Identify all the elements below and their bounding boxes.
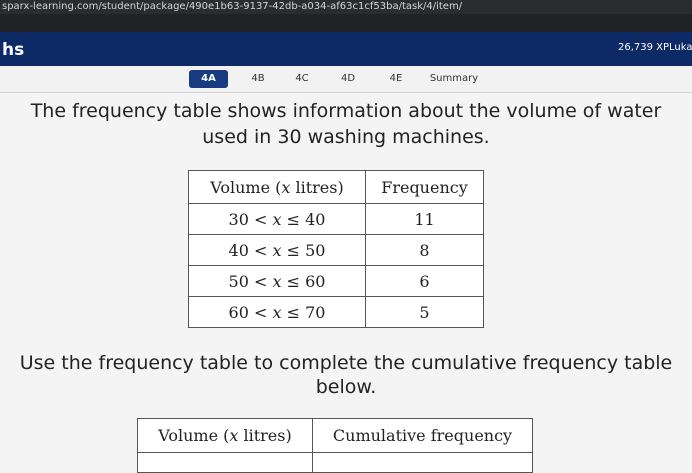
table-row: 50 < x ≤ 60 6 [188, 265, 484, 297]
table-row [137, 452, 533, 473]
frequency-cell: 8 [365, 234, 484, 266]
frequency-table: Volume (x litres) Frequency 30 < x ≤ 40 … [188, 170, 484, 328]
browser-toolbar-gap [0, 14, 692, 32]
volume-cell [137, 452, 313, 473]
tab-4a[interactable]: 4A [189, 70, 228, 88]
xp-counter: 26,739 XP [618, 42, 670, 53]
tab-4e[interactable]: 4E [384, 70, 408, 88]
tab-summary[interactable]: Summary [426, 70, 482, 88]
question-text-line-1: The frequency table shows information ab… [30, 100, 662, 122]
tab-4b[interactable]: 4B [246, 70, 270, 88]
frequency-cell: 11 [365, 203, 484, 235]
tab-4c[interactable]: 4C [290, 70, 314, 88]
header-volume: Volume (x litres) [137, 418, 313, 453]
browser-url-bar[interactable]: sparx-learning.com/student/package/490e1… [0, 0, 692, 14]
frequency-cell: 6 [365, 265, 484, 297]
instruction-text-line-2: below. [315, 376, 377, 398]
brand-logo-text[interactable]: hs [2, 40, 24, 60]
table-row: 40 < x ≤ 50 8 [188, 234, 484, 266]
question-text-line-2: used in 30 washing machines. [202, 126, 490, 148]
table-row: 60 < x ≤ 70 5 [188, 296, 484, 328]
volume-cell: 40 < x ≤ 50 [188, 234, 366, 266]
header-volume: Volume (x litres) [188, 170, 366, 204]
volume-cell: 30 < x ≤ 40 [188, 203, 366, 235]
volume-cell: 50 < x ≤ 60 [188, 265, 366, 297]
task-tabs: 4A 4B 4C 4D 4E Summary [0, 66, 692, 93]
instruction-text-line-1: Use the frequency table to complete the … [19, 352, 673, 374]
header-frequency: Frequency [365, 170, 484, 204]
volume-cell: 60 < x ≤ 70 [188, 296, 366, 328]
frequency-cell: 5 [365, 296, 484, 328]
cumulative-frequency-table: Volume (x litres) Cumulative frequency [137, 418, 533, 473]
cumulative-frequency-input[interactable] [312, 452, 533, 473]
url-text: sparx-learning.com/student/package/490e1… [2, 1, 463, 12]
tab-4d[interactable]: 4D [336, 70, 360, 88]
app-header: hs 26,739 XP Luka [0, 32, 692, 66]
header-cumulative-frequency: Cumulative frequency [312, 418, 533, 453]
user-name[interactable]: Luka [669, 42, 692, 53]
table-row: 30 < x ≤ 40 11 [188, 203, 484, 235]
